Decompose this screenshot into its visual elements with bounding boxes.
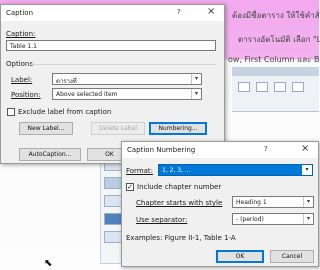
mouse-cursor-icon: ⬉	[44, 258, 53, 269]
caption-dialog: Caption ? × Caption: Table 1.1 Options L…	[0, 4, 225, 164]
exclude-label-text: Exclude label from caption	[18, 108, 112, 116]
options-separator	[31, 64, 216, 65]
delete-label-button[interactable]: Delete Label	[91, 122, 145, 135]
chapter-style-select[interactable]: Heading 1 ▾	[232, 196, 314, 208]
format-select[interactable]: 1, 2, 3, ... ▾	[158, 164, 313, 176]
help-button[interactable]: ?	[264, 145, 268, 153]
dialog-title: Caption	[6, 9, 34, 17]
chevron-down-icon[interactable]: ▾	[303, 214, 313, 224]
ok-button[interactable]: OK	[216, 250, 264, 263]
position-field-label: Position:	[11, 91, 41, 99]
position-select[interactable]: Above selected item ▾	[52, 88, 202, 100]
separator-label: Use separator:	[136, 216, 188, 224]
table-style-icon[interactable]	[238, 82, 250, 92]
document-text-line-3: ow, First Column และ Banc	[228, 55, 320, 64]
position-select-value: Above selected item	[56, 91, 118, 98]
close-button[interactable]: ×	[207, 6, 215, 17]
format-select-value: 1, 2, 3, ...	[162, 167, 191, 174]
caption-field-label: Caption:	[6, 30, 36, 38]
cancel-button[interactable]: Cancel	[270, 250, 314, 263]
help-button[interactable]: ?	[177, 8, 181, 16]
close-button[interactable]: ×	[301, 143, 309, 154]
options-group-label: Options	[6, 60, 34, 68]
format-field-label: Format:	[126, 167, 154, 175]
separator-value: - (period)	[236, 216, 264, 223]
table-style-icon[interactable]	[274, 82, 286, 92]
chevron-down-icon[interactable]: ▾	[191, 74, 201, 84]
caption-numbering-dialog: Caption Numbering ? × Format: 1, 2, 3, .…	[121, 141, 319, 267]
label-field-label: Label:	[11, 76, 33, 84]
table-style-icon[interactable]	[256, 82, 268, 92]
caption-dialog-titlebar: Caption ? ×	[1, 5, 224, 21]
table-style-icon[interactable]	[292, 82, 304, 92]
chapter-style-label: Chapter starts with style	[136, 199, 223, 207]
examples-text: Examples: Figure II-1, Table 1-A	[126, 234, 236, 242]
chapter-style-value: Heading 1	[236, 199, 267, 206]
autocaption-button[interactable]: AutoCaption...	[19, 148, 81, 161]
document-text-line-2: ตารางอัตโนมัติ เลือก "Lis	[238, 35, 320, 44]
dialog-title: Caption Numbering	[127, 146, 196, 154]
ribbon-body	[232, 76, 319, 112]
chevron-down-icon[interactable]: ▾	[191, 89, 201, 99]
chevron-down-icon[interactable]: ▾	[302, 165, 312, 175]
new-label-button[interactable]: New Label...	[19, 122, 73, 135]
document-text-line-1: ต้องมีชื่อตาราง ให้ใช้คำสั่ง	[232, 11, 320, 20]
caption-input[interactable]: Table 1.1	[6, 40, 216, 51]
separator-select[interactable]: - (period) ▾	[232, 213, 314, 225]
chevron-down-icon[interactable]: ▾	[303, 197, 313, 207]
exclude-label-checkbox[interactable]	[7, 108, 15, 116]
numbering-button[interactable]: Numbering...	[149, 122, 207, 135]
label-select[interactable]: ตารางที่ ▾	[52, 73, 202, 85]
numbering-dialog-titlebar: Caption Numbering ? ×	[122, 142, 318, 158]
include-chapter-checkbox[interactable]: ✓	[126, 183, 134, 191]
include-chapter-text: Include chapter number	[137, 183, 222, 191]
label-select-value: ตารางที่	[56, 78, 77, 85]
ribbon-tab-strip	[232, 67, 319, 76]
